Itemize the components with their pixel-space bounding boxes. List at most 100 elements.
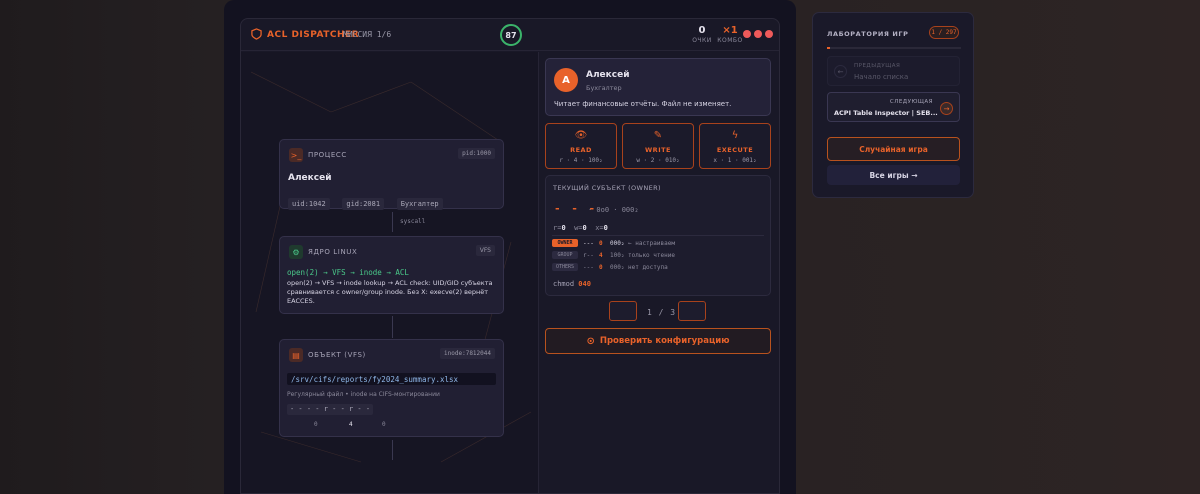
score-stat: 0 ОЧКИ	[692, 25, 712, 44]
w-value: 0	[582, 224, 587, 232]
lab-progress	[827, 47, 961, 49]
group-num: 4	[599, 251, 603, 259]
next-page-button[interactable]	[678, 301, 706, 321]
owner-label: OWNER	[552, 239, 578, 247]
life-icon	[765, 30, 773, 38]
pencil-icon: ✎	[653, 130, 663, 141]
r-value: 0	[561, 224, 566, 232]
owner-bits: ---	[583, 239, 594, 247]
owner-num: 0	[599, 239, 603, 247]
game-header: ACL DISPATCHER МИССИЯ 1/6 87 0 ОЧКИ ×1 К…	[241, 19, 779, 51]
score-value: 0	[698, 25, 706, 36]
execute-label: EXECUTE	[716, 146, 754, 154]
chip-icon: ⚙	[289, 245, 303, 259]
chmod-line: chmod 040	[553, 280, 591, 288]
vfs-badge: VFS	[475, 245, 495, 256]
process-title: ПРОЦЕСС	[308, 151, 347, 159]
object-title: ОБЪЕКТ (VFS)	[308, 351, 366, 359]
lightning-icon: ϟ	[731, 130, 739, 141]
subject-title: ТЕКУЩИЙ СУБЪЕКТ (OWNER)	[553, 184, 661, 192]
x-value: 0	[603, 224, 608, 232]
all-games-button[interactable]: Все игры →	[827, 165, 960, 185]
check-config-button[interactable]: ⊙ Проверить конфигурацию	[545, 328, 771, 354]
divider	[552, 235, 764, 236]
user-card: А Алексей Бухгалтер Читает финансовые от…	[545, 58, 771, 116]
process-name: Алексей	[288, 173, 332, 183]
page-indicator: 1 / 3	[647, 308, 677, 317]
lives-indicator	[743, 30, 773, 38]
w-label: w=	[574, 224, 583, 232]
user-name: Алексей	[586, 70, 630, 80]
write-bits: w · 2 · 010₂	[636, 157, 680, 164]
others-label: OTHERS	[552, 263, 578, 271]
prev-game-button[interactable]: ← ПРЕДЫДУЩАЯ Начало списка	[827, 56, 960, 86]
uid-tag: uid:1042	[288, 198, 330, 210]
mode-octal-group: 4	[349, 421, 353, 428]
subject-octal: · 0o0 · 000₂	[588, 206, 639, 214]
shield-icon	[251, 28, 262, 40]
combo-stat: ×1 КОМБО	[717, 25, 743, 44]
read-permission-button[interactable]: 👁 READ r · 4 · 100₂	[545, 123, 617, 169]
group-desc: только чтение	[628, 251, 675, 259]
games-lab-panel: ЛАБОРАТОРИЯ ИГР 1 / 297 ← ПРЕДЫДУЩАЯ Нач…	[812, 12, 974, 198]
write-permission-button[interactable]: ✎ WRITE w · 2 · 010₂	[622, 123, 694, 169]
lab-title: ЛАБОРАТОРИЯ ИГР	[827, 30, 909, 38]
chmod-label: chmod	[553, 280, 575, 288]
kernel-title: ЯДРО LINUX	[308, 248, 358, 256]
execute-bits: x · 1 · 001₂	[713, 157, 757, 164]
connector-line	[392, 440, 393, 460]
file-path: /srv/cifs/reports/fy2024_summary.xlsx	[287, 373, 496, 385]
prev-page-button[interactable]	[609, 301, 637, 321]
prev-game-label: ПРЕДЫДУЩАЯ	[854, 63, 901, 69]
app-window: ACL DISPATCHER МИССИЯ 1/6 87 0 ОЧКИ ×1 К…	[224, 0, 796, 494]
inode-chip: inode:7812044	[440, 348, 495, 359]
others-row[interactable]: OTHERS --- 0 000₂ нет доступа	[552, 262, 764, 272]
pid-chip: pid:1000	[458, 148, 495, 159]
mode-octal-owner: 0	[314, 421, 318, 428]
group-bits: r--	[583, 251, 594, 259]
subject-panel: ТЕКУЩИЙ СУБЪЕКТ (OWNER) - - - · 0o0 · 00…	[545, 175, 771, 296]
owner-octal: 000₂	[610, 239, 625, 247]
connector-line	[392, 212, 393, 232]
execute-permission-button[interactable]: ϟ EXECUTE x · 1 · 001₂	[699, 123, 771, 169]
chmod-value: 040	[578, 280, 591, 288]
group-row[interactable]: GROUP r-- 4 100₂ только чтение	[552, 250, 764, 260]
timer-ring: 87	[500, 24, 522, 46]
prev-game-value: Начало списка	[854, 73, 909, 81]
gid-tag: gid:2081	[342, 198, 385, 210]
syscall-label: syscall	[400, 218, 426, 225]
flow-pane: >_ ПРОЦЕСС pid:1000 Алексей uid:1042 gid…	[241, 52, 538, 493]
others-desc: нет доступа	[628, 263, 668, 271]
combo-label: КОМБО	[717, 37, 743, 44]
process-tags: uid:1042 gid:2081 Бухгалтер	[288, 191, 446, 210]
read-bits: r · 4 · 100₂	[559, 157, 603, 164]
game-frame: ACL DISPATCHER МИССИЯ 1/6 87 0 ОЧКИ ×1 К…	[240, 18, 780, 494]
kernel-card[interactable]: ⚙ ЯДРО LINUX VFS open(2) → VFS → inode →…	[279, 236, 504, 314]
object-card[interactable]: ▤ ОБЪЕКТ (VFS) inode:7812044 /srv/cifs/r…	[279, 339, 504, 437]
lab-progress-fill	[827, 47, 830, 49]
score-label: ОЧКИ	[692, 37, 712, 44]
life-icon	[743, 30, 751, 38]
mission-counter: МИССИЯ 1/6	[343, 30, 392, 39]
kernel-description: open(2) → VFS → inode lookup → ACL check…	[287, 279, 493, 305]
write-label: WRITE	[645, 146, 671, 154]
next-game-value: ACPI Table Inspector | SEB...	[834, 109, 938, 117]
avatar: А	[554, 68, 578, 92]
next-game-label: СЛЕДУЮЩАЯ	[889, 99, 933, 105]
user-role: Бухгалтер	[586, 84, 622, 92]
file-icon: ▤	[289, 348, 303, 362]
check-config-label: Проверить конфигурацию	[599, 336, 730, 346]
owner-desc: ← настраиваем	[628, 239, 675, 247]
random-game-button[interactable]: Случайная игра	[827, 137, 960, 161]
process-card[interactable]: >_ ПРОЦЕСС pid:1000 Алексей uid:1042 gid…	[279, 139, 504, 210]
group-label: GROUP	[552, 251, 578, 259]
life-icon	[754, 30, 762, 38]
group-octal: 100₂	[610, 251, 625, 259]
owner-row[interactable]: OWNER --- 0 000₂ ← настраиваем	[552, 238, 764, 248]
next-game-button[interactable]: СЛЕДУЮЩАЯ ACPI Table Inspector | SEB... …	[827, 92, 960, 122]
kernel-flow: open(2) → VFS → inode → ACL	[287, 268, 409, 277]
mode-octal-others: 0	[382, 421, 386, 428]
others-bits: ---	[583, 263, 594, 271]
mode-string: - - - - r - - r - -	[287, 404, 374, 415]
combo-value: ×1	[722, 25, 738, 36]
